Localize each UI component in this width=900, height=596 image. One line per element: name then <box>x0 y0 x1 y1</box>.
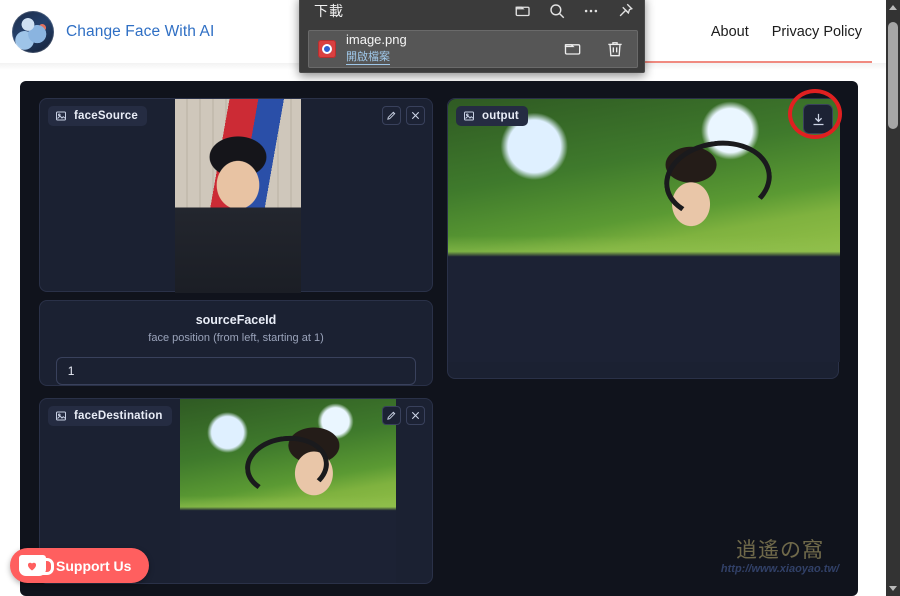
downloads-popup: 下載 image.png 開啟檔案 <box>299 0 645 73</box>
scroll-up-arrow[interactable] <box>886 0 900 15</box>
face-destination-label-chip: faceDestination <box>48 406 172 426</box>
output-panel: output <box>447 98 840 379</box>
support-us-button[interactable]: Support Us <box>10 548 150 583</box>
download-item-actions <box>563 39 625 59</box>
pencil-icon <box>387 111 396 120</box>
pencil-icon <box>387 411 396 420</box>
face-destination-image <box>180 399 396 583</box>
download-file-name: image.png <box>346 31 407 47</box>
coffee-cup-heart-icon <box>19 555 54 576</box>
source-face-id-card: sourceFaceId face position (from left, s… <box>39 300 433 386</box>
face-destination-edit-button[interactable] <box>382 406 401 425</box>
downloads-popup-title: 下載 <box>314 3 344 19</box>
app-canvas: faceSource output sourceFaceId face posi… <box>20 81 858 596</box>
open-file-link[interactable]: 開啟檔案 <box>346 51 390 65</box>
brand[interactable]: Change Face With AI <box>0 10 215 53</box>
download-list-item[interactable]: image.png 開啟檔案 <box>308 30 638 68</box>
source-face-id-title: sourceFaceId <box>195 313 277 327</box>
image-icon <box>464 111 474 121</box>
page-scrollbar[interactable] <box>886 0 900 596</box>
face-source-tools <box>382 106 425 125</box>
face-source-label-chip: faceSource <box>48 106 148 126</box>
face-source-edit-button[interactable] <box>382 106 401 125</box>
trash-icon[interactable] <box>605 39 625 59</box>
scroll-thumb[interactable] <box>888 22 898 129</box>
folder-icon[interactable] <box>563 39 583 59</box>
close-icon <box>411 111 420 120</box>
search-downloads-icon[interactable] <box>548 2 566 20</box>
close-icon <box>411 411 420 420</box>
headphones-overlay <box>241 431 332 501</box>
header-underline <box>640 61 872 63</box>
output-tools <box>803 104 833 134</box>
source-face-id-subtitle: face position (from left, starting at 1) <box>148 332 324 344</box>
face-destination-tools <box>382 406 425 425</box>
heart-icon <box>27 562 37 571</box>
downloads-popup-tools <box>514 2 634 20</box>
headphones-overlay <box>658 133 777 227</box>
scroll-down-arrow[interactable] <box>886 581 900 596</box>
downloads-popup-header: 下載 <box>300 0 644 25</box>
face-destination-label: faceDestination <box>74 410 163 422</box>
pin-downloads-icon[interactable] <box>616 2 634 20</box>
image-file-thumbnail-icon <box>318 40 336 58</box>
source-face-id-input[interactable] <box>55 357 417 385</box>
output-download-button[interactable] <box>803 104 833 134</box>
download-file-meta: image.png 開啟檔案 <box>346 31 407 65</box>
nav-about[interactable]: About <box>711 24 749 40</box>
ai-portrait-avatar-icon <box>12 10 54 53</box>
more-options-icon[interactable] <box>582 2 600 20</box>
download-icon <box>813 113 823 125</box>
open-downloads-folder-icon[interactable] <box>514 2 532 20</box>
face-source-close-button[interactable] <box>406 106 425 125</box>
image-icon <box>56 111 66 121</box>
screen: Change Face With AI About Privacy Policy… <box>0 0 900 596</box>
face-source-image <box>175 99 301 293</box>
image-icon <box>56 411 66 421</box>
support-us-label: Support Us <box>56 557 132 574</box>
output-image <box>448 99 840 362</box>
page-title: Change Face With AI <box>66 22 215 40</box>
face-source-panel: faceSource <box>39 98 433 293</box>
face-source-label: faceSource <box>74 110 139 122</box>
main-nav: About Privacy Policy <box>711 24 886 40</box>
face-destination-close-button[interactable] <box>406 406 425 425</box>
output-label: output <box>482 110 519 122</box>
output-label-chip: output <box>456 106 528 126</box>
nav-privacy-policy[interactable]: Privacy Policy <box>772 24 862 40</box>
